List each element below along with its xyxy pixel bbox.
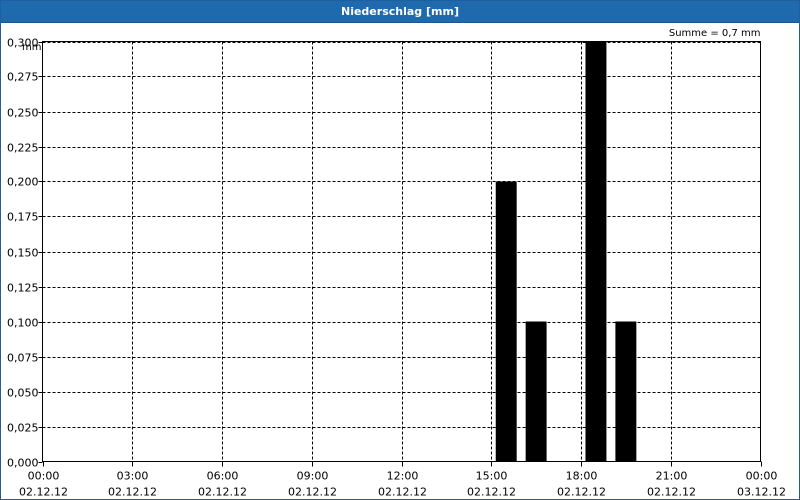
y-tick-label: 0,275 [7, 71, 39, 84]
y-tick-label: 0,200 [7, 176, 39, 189]
plot-area-border [42, 41, 761, 462]
y-tick-label: 0,150 [7, 247, 39, 260]
x-tick-label-date: 02.12.12 [378, 486, 427, 499]
x-tick-label-time: 15:00 [476, 470, 508, 483]
x-tick-label-date: 02.12.12 [557, 486, 606, 499]
precipitation-bar [585, 41, 607, 462]
axis-labels: 0,000 0,025 0,050 0,075 0,100 0,125 0,150 0,175… [7, 37, 786, 499]
x-tick-label-time: 00:00 [746, 470, 778, 483]
y-tick-label: 0,125 [7, 282, 39, 295]
y-tick-label: 0,250 [7, 107, 39, 120]
grid-lines [42, 41, 761, 462]
bar-series [495, 41, 637, 462]
precipitation-bar [495, 181, 517, 462]
y-tick-label: 0,050 [7, 387, 39, 400]
x-tick-label-date: 02.12.12 [467, 486, 516, 499]
y-tick-label: 0,000 [7, 457, 39, 470]
x-tick-label-date: 02.12.12 [647, 486, 696, 499]
precipitation-chart: 0,000 0,025 0,050 0,075 0,100 0,125 0,150 0,175… [7, 28, 786, 499]
axis-ticks [38, 42, 762, 467]
x-tick-label-date: 02.12.12 [198, 486, 247, 499]
y-tick-label: 0,025 [7, 422, 39, 435]
x-tick-label-time: 12:00 [387, 470, 419, 483]
x-tick-label-time: 09:00 [297, 470, 329, 483]
y-tick-label: 0,225 [7, 142, 39, 155]
x-tick-label-time: 00:00 [28, 470, 60, 483]
x-tick-label-date: 03.12.12 [737, 486, 786, 499]
y-axis-unit-label: mm [22, 42, 41, 53]
y-tick-label: 0,075 [7, 352, 39, 365]
precipitation-bar [615, 321, 637, 462]
y-tick-label: 0,100 [7, 317, 39, 330]
precipitation-bar [525, 321, 547, 462]
sum-annotation: Summe = 0,7 mm [669, 28, 761, 39]
x-tick-label-time: 18:00 [566, 470, 598, 483]
x-tick-label-time: 06:00 [207, 470, 239, 483]
x-tick-label-time: 21:00 [656, 470, 688, 483]
x-tick-label-date: 02.12.12 [288, 486, 337, 499]
x-tick-label-time: 03:00 [117, 470, 149, 483]
x-tick-label-date: 02.12.12 [108, 486, 157, 499]
y-tick-label: 0,175 [7, 211, 39, 224]
x-tick-label-date: 02.12.12 [19, 486, 68, 499]
